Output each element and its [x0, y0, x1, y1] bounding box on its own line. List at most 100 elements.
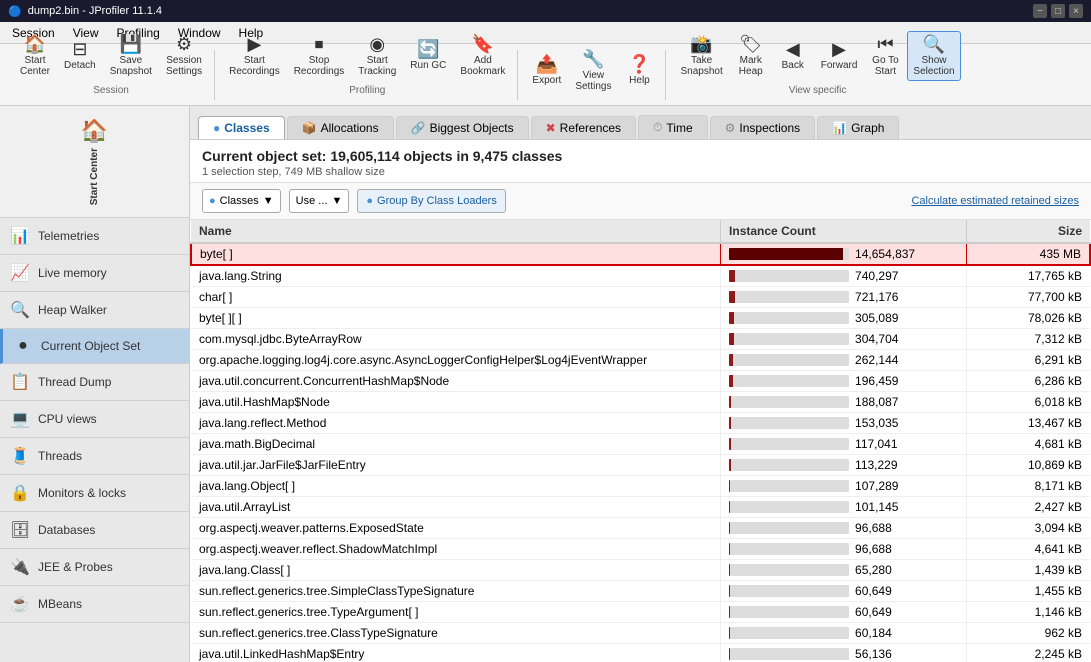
go-to-start-button[interactable]: ⏮ Go ToStart	[865, 31, 905, 81]
tab-classes[interactable]: ● Classes	[198, 116, 285, 139]
tab-time[interactable]: ⏱ Time	[638, 115, 708, 139]
use-dropdown-label: Use ...	[296, 195, 328, 207]
table-row[interactable]: java.util.concurrent.ConcurrentHashMap$N…	[191, 371, 1090, 392]
cell-size: 1,439 kB	[967, 560, 1090, 581]
maximize-button[interactable]: □	[1051, 4, 1065, 18]
run-gc-button[interactable]: 🔄 Run GC	[404, 36, 452, 75]
sidebar-item-threads[interactable]: 🧵 Threads	[0, 438, 189, 475]
table-row[interactable]: java.util.HashMap$Node188,0876,018 kB	[191, 392, 1090, 413]
session-settings-button[interactable]: ⚙ SessionSettings	[160, 31, 208, 81]
table-row[interactable]: java.lang.Object[ ]107,2898,171 kB	[191, 476, 1090, 497]
save-icon: 💾	[120, 35, 142, 53]
table-row[interactable]: sun.reflect.generics.tree.SimpleClassTyp…	[191, 581, 1090, 602]
table-row[interactable]: byte[ ][ ]305,08978,026 kB	[191, 308, 1090, 329]
current-object-set-label: Current Object Set	[41, 339, 179, 353]
table-row[interactable]: java.util.ArrayList101,1452,427 kB	[191, 497, 1090, 518]
toolbar-group-tools: 📤 Export 🔧 ViewSettings ❓ Help	[520, 50, 666, 100]
table-row[interactable]: org.apache.logging.log4j.core.async.Asyn…	[191, 350, 1090, 371]
cell-instance-count: 60,184	[721, 623, 967, 644]
sidebar-item-mbeans[interactable]: ☕ MBeans	[0, 586, 189, 623]
thread-dump-icon: 📋	[10, 372, 30, 392]
table-row[interactable]: sun.reflect.generics.tree.TypeArgument[ …	[191, 602, 1090, 623]
table-row[interactable]: java.lang.Class[ ]65,2801,439 kB	[191, 560, 1090, 581]
tab-graph[interactable]: 📊 Graph	[817, 116, 899, 139]
count-value: 304,704	[855, 332, 898, 346]
view-settings-button[interactable]: 🔧 ViewSettings	[569, 46, 617, 96]
table-row[interactable]: java.util.jar.JarFile$JarFileEntry113,22…	[191, 455, 1090, 476]
cell-instance-count: 107,289	[721, 476, 967, 497]
classes-dropdown[interactable]: ● Classes ▼	[202, 189, 281, 213]
cell-size: 1,146 kB	[967, 602, 1090, 623]
sidebar-item-thread-dump[interactable]: 📋 Thread Dump	[0, 364, 189, 401]
tab-references[interactable]: ✖ References	[531, 116, 636, 139]
cell-instance-count: 96,688	[721, 518, 967, 539]
table-row[interactable]: com.mysql.jdbc.ByteArrayRow304,7047,312 …	[191, 329, 1090, 350]
table-row[interactable]: sun.reflect.generics.tree.ClassTypeSigna…	[191, 623, 1090, 644]
current-object-set-icon: ●	[13, 337, 33, 355]
detach-button[interactable]: ⊟ Detach	[58, 36, 102, 75]
start-center-sidebar-icon: 🏠	[81, 118, 108, 144]
group-by-class-loaders-button[interactable]: ● Group By Class Loaders	[357, 189, 506, 213]
forward-button[interactable]: ▶ Forward	[815, 36, 864, 75]
sidebar-item-cpu-views[interactable]: 💻 CPU views	[0, 401, 189, 438]
show-selection-button[interactable]: 🔍 ShowSelection	[907, 31, 960, 81]
cpu-views-icon: 💻	[10, 409, 30, 429]
cell-size: 7,312 kB	[967, 329, 1090, 350]
tab-biggest-objects[interactable]: 🔗 Biggest Objects	[396, 116, 529, 139]
table-row[interactable]: java.lang.String740,29717,765 kB	[191, 265, 1090, 287]
sidebar-item-databases[interactable]: 🗄 Databases	[0, 512, 189, 549]
sidebar-item-monitors-locks[interactable]: 🔒 Monitors & locks	[0, 475, 189, 512]
table-row[interactable]: org.aspectj.weaver.patterns.ExposedState…	[191, 518, 1090, 539]
content-subtitle: 1 selection step, 749 MB shallow size	[202, 166, 1079, 178]
classes-tab-label: Classes	[224, 121, 269, 135]
stop-recordings-button[interactable]: ⏹ StopRecordings	[288, 31, 351, 81]
start-center-button[interactable]: 🏠 StartCenter	[14, 31, 56, 81]
group-icon: ●	[366, 195, 373, 207]
tab-inspections[interactable]: ⚙ Inspections	[710, 116, 815, 139]
cell-class-name: byte[ ]	[191, 243, 721, 265]
table-row[interactable]: byte[ ]14,654,837435 MB	[191, 243, 1090, 265]
calculate-retained-sizes-link[interactable]: Calculate estimated retained sizes	[911, 195, 1079, 207]
cell-instance-count: 262,144	[721, 350, 967, 371]
start-center-label: Start Center	[89, 148, 100, 205]
export-button[interactable]: 📤 Export	[526, 51, 567, 90]
table-row[interactable]: org.aspectj.weaver.reflect.ShadowMatchIm…	[191, 539, 1090, 560]
classes-table: Name Instance Count Size byte[ ]14,654,8…	[190, 220, 1091, 662]
count-value: 305,089	[855, 311, 898, 325]
time-tab-icon: ⏱	[653, 120, 662, 135]
save-snapshot-button[interactable]: 💾 SaveSnapshot	[104, 31, 158, 81]
use-dropdown[interactable]: Use ... ▼	[289, 189, 350, 213]
table-row[interactable]: java.math.BigDecimal117,0414,681 kB	[191, 434, 1090, 455]
sidebar-item-telemetries[interactable]: 📊 Telemetries	[0, 218, 189, 255]
table-row[interactable]: char[ ]721,17677,700 kB	[191, 287, 1090, 308]
cell-size: 78,026 kB	[967, 308, 1090, 329]
back-button[interactable]: ◀ Back	[773, 36, 813, 75]
sidebar-item-current-object-set[interactable]: ● Current Object Set	[0, 329, 189, 364]
databases-label: Databases	[38, 523, 179, 537]
help-button[interactable]: ❓ Help	[619, 51, 659, 90]
count-value: 117,041	[855, 437, 898, 451]
start-recordings-button[interactable]: ▶ StartRecordings	[223, 31, 286, 81]
tab-allocations[interactable]: 📦 Allocations	[287, 116, 394, 139]
cpu-views-label: CPU views	[38, 412, 179, 426]
table-row[interactable]: java.lang.reflect.Method153,03513,467 kB	[191, 413, 1090, 434]
cell-instance-count: 14,654,837	[721, 243, 967, 265]
filter-bar: ● Classes ▼ Use ... ▼ ● Group By Class L…	[190, 183, 1091, 220]
sidebar-start-center[interactable]: 🏠 Start Center	[0, 106, 189, 218]
add-bookmark-button[interactable]: 🔖 AddBookmark	[454, 31, 511, 81]
cell-instance-count: 740,297	[721, 265, 967, 287]
take-snapshot-button[interactable]: 📸 TakeSnapshot	[674, 31, 728, 81]
close-button[interactable]: ×	[1069, 4, 1083, 18]
references-tab-icon: ✖	[546, 121, 556, 135]
start-tracking-button[interactable]: ◉ StartTracking	[352, 31, 402, 81]
minimize-button[interactable]: −	[1033, 4, 1047, 18]
table-row[interactable]: java.util.LinkedHashMap$Entry56,1362,245…	[191, 644, 1090, 662]
selection-icon: 🔍	[923, 35, 945, 53]
cell-class-name: java.util.ArrayList	[191, 497, 721, 518]
sidebar-item-jee-probes[interactable]: 🔌 JEE & Probes	[0, 549, 189, 586]
sidebar-item-heap-walker[interactable]: 🔍 Heap Walker	[0, 292, 189, 329]
mark-heap-button[interactable]: 🏷 MarkHeap	[731, 31, 771, 81]
sidebar-item-live-memory[interactable]: 📈 Live memory	[0, 255, 189, 292]
title-bar-controls[interactable]: − □ ×	[1033, 4, 1083, 18]
cell-class-name: org.aspectj.weaver.patterns.ExposedState	[191, 518, 721, 539]
